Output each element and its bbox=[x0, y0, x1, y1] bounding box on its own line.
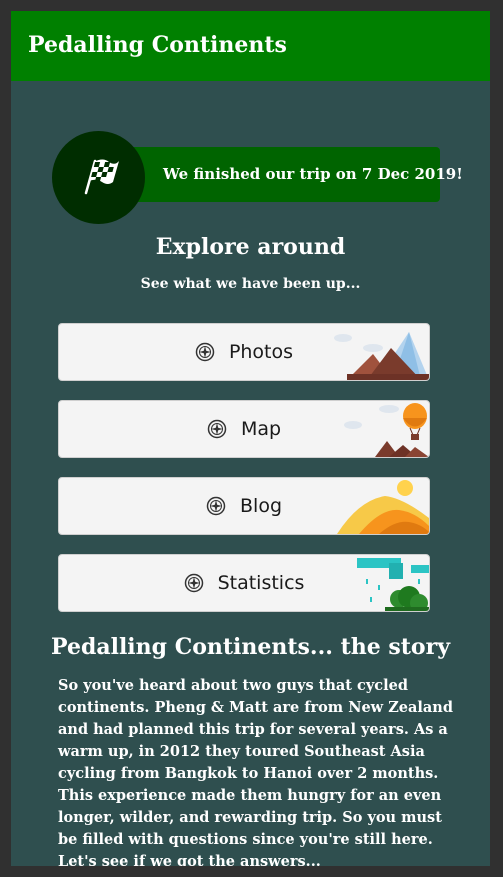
app-frame: Pedalling Continents We finished our tri… bbox=[11, 11, 490, 866]
photos-button-label: Photos bbox=[228, 341, 294, 363]
photos-button[interactable]: Photos bbox=[58, 323, 430, 381]
blog-button-label: Blog bbox=[240, 495, 282, 517]
story-title: Pedalling Continents... the story bbox=[51, 634, 450, 660]
statistics-button-label: Statistics bbox=[217, 572, 305, 594]
map-button-label: Map bbox=[240, 418, 282, 440]
compass-icon bbox=[195, 342, 215, 362]
blog-button[interactable]: Blog bbox=[58, 477, 430, 535]
finish-badge bbox=[52, 131, 145, 224]
checkered-flag-icon bbox=[84, 159, 119, 195]
explore-title: Explore around bbox=[155, 234, 346, 260]
finish-banner-text: We finished our trip on 7 Dec 2019! bbox=[163, 165, 463, 183]
app-title[interactable]: Pedalling Continents bbox=[28, 32, 287, 58]
statistics-button[interactable]: Statistics bbox=[58, 554, 430, 612]
compass-icon bbox=[184, 573, 203, 593]
explore-subtitle: See what we have been up... bbox=[140, 276, 361, 292]
map-button[interactable]: Map bbox=[58, 400, 430, 458]
header-bar: Pedalling Continents bbox=[11, 11, 490, 81]
compass-icon bbox=[207, 419, 227, 439]
compass-icon bbox=[206, 496, 226, 516]
story-body: So you've heard about two guys that cycl… bbox=[58, 677, 453, 866]
finish-banner: We finished our trip on 7 Dec 2019! bbox=[101, 147, 463, 202]
